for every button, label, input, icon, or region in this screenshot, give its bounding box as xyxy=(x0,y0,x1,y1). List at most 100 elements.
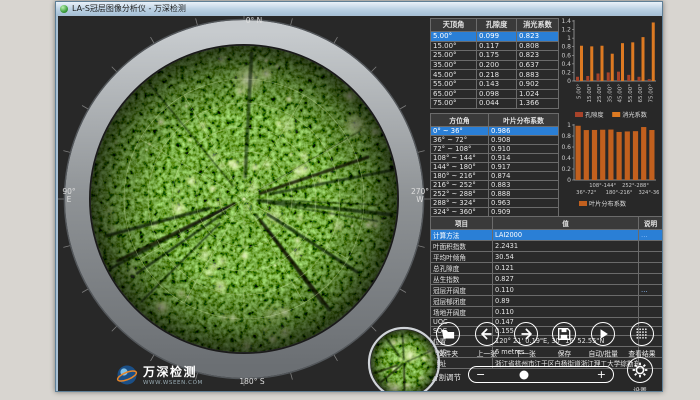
table-row[interactable]: 35.00°0.2000.637 xyxy=(431,60,559,70)
slider-minus-button[interactable]: − xyxy=(476,369,485,380)
slider-plus-button[interactable]: + xyxy=(597,369,606,380)
table-cell: … xyxy=(639,285,663,296)
table-cell: 0.902 xyxy=(517,79,559,89)
resolution-slider[interactable]: − + xyxy=(468,366,614,383)
settings-button[interactable]: 设置 xyxy=(618,357,662,391)
svg-text:5.00°: 5.00° xyxy=(577,84,583,99)
app-window: LA-S冠层图像分析仪 - 万深检测 xyxy=(55,1,663,392)
bar xyxy=(649,130,654,180)
compass-label-north: 0° N xyxy=(230,17,278,25)
table-row[interactable]: 平均叶倾角30.54 xyxy=(431,252,663,263)
zenith-table-container: 天顶角孔隙度消光系数5.00°0.0990.82315.00°0.1170.80… xyxy=(430,18,559,109)
table-cell: 总孔隙度 xyxy=(431,263,493,274)
table-row[interactable]: 45.00°0.2180.883 xyxy=(431,70,559,80)
bar xyxy=(627,75,630,81)
bar xyxy=(631,42,634,81)
svg-text:1.2: 1.2 xyxy=(561,27,571,34)
table-cell: 冠层开阔度 xyxy=(431,285,493,296)
prev-button[interactable]: 上一张 xyxy=(469,322,505,358)
table-row[interactable]: 108° ~ 144°0.914 xyxy=(431,154,559,163)
bar xyxy=(617,132,622,180)
table-cell: 2.2431 xyxy=(493,241,639,252)
table-cell: 0.917 xyxy=(489,163,559,172)
bar xyxy=(580,46,583,81)
table-cell: 15.00° xyxy=(431,41,477,51)
svg-text:0.6: 0.6 xyxy=(561,144,571,151)
auto-button[interactable]: 自动/批量 xyxy=(585,322,621,358)
table-row[interactable]: 55.00°0.1430.902 xyxy=(431,79,559,89)
table-cell: 0.823 xyxy=(517,32,559,42)
save-icon[interactable] xyxy=(552,322,576,346)
table-row[interactable]: 72° ~ 108°0.910 xyxy=(431,145,559,154)
table-row[interactable]: 丛生指数0.827 xyxy=(431,274,663,285)
results-icon[interactable] xyxy=(630,322,654,346)
column-header: 方位角 xyxy=(431,114,489,127)
slider-knob[interactable] xyxy=(519,370,528,379)
svg-text:孔隙度: 孔隙度 xyxy=(585,111,604,119)
porosity-extinction-chart: 00.20.40.60.811.21.45.00°15.00°25.00°35.… xyxy=(557,18,659,126)
bar xyxy=(597,74,600,82)
auto-icon[interactable] xyxy=(591,322,615,346)
table-row[interactable]: 冠层郁闭度0.89 xyxy=(431,296,663,307)
bar xyxy=(611,54,614,81)
table-row[interactable]: 叶面积指数2.2431 xyxy=(431,241,663,252)
table-cell: 108° ~ 144° xyxy=(431,154,489,163)
results-button[interactable]: 查看结果 xyxy=(624,322,660,358)
column-header: 说明 xyxy=(639,217,663,230)
table-row[interactable]: 15.00°0.1170.808 xyxy=(431,41,559,51)
table-cell: 0.117 xyxy=(477,41,517,51)
button-label: 自动/批量 xyxy=(585,348,621,358)
svg-text:108°-144°: 108°-144° xyxy=(589,183,616,189)
table-row[interactable]: 288° ~ 324°0.963 xyxy=(431,199,559,208)
svg-text:180°-216°: 180°-216° xyxy=(606,190,633,196)
compass-label-west: 270° W xyxy=(407,188,433,204)
column-header: 项目 xyxy=(431,217,493,230)
table-row[interactable]: 36° ~ 72°0.908 xyxy=(431,136,559,145)
table-row[interactable]: 216° ~ 252°0.883 xyxy=(431,181,559,190)
table-cell: 1.366 xyxy=(517,99,559,109)
table-cell: 180° ~ 216° xyxy=(431,172,489,181)
next-button[interactable]: 下一张 xyxy=(508,322,544,358)
table-row[interactable]: 75.00°0.0441.366 xyxy=(431,99,559,109)
prev-icon[interactable] xyxy=(475,322,499,346)
save-button[interactable]: 保存 xyxy=(546,322,582,358)
table-row[interactable]: 144° ~ 180°0.917 xyxy=(431,163,559,172)
table-row[interactable]: 252° ~ 288°0.888 xyxy=(431,190,559,199)
thumbnail-preview[interactable] xyxy=(366,325,442,391)
svg-text:1: 1 xyxy=(567,122,571,129)
window-titlebar[interactable]: LA-S冠层图像分析仪 - 万深检测 xyxy=(56,2,662,15)
bar xyxy=(642,37,645,81)
button-label: 下一张 xyxy=(508,348,544,358)
svg-text:55.00°: 55.00° xyxy=(628,84,634,103)
table-row[interactable]: 计算方法LAI2000… xyxy=(431,230,663,241)
table-cell: 0.175 xyxy=(477,51,517,61)
svg-text:324°-360°: 324°-360° xyxy=(638,190,659,196)
table-row[interactable]: 冠层开阔度0.110… xyxy=(431,285,663,296)
table-cell: 0.044 xyxy=(477,99,517,109)
table-cell: 55.00° xyxy=(431,79,477,89)
table-row[interactable]: 25.00°0.1750.823 xyxy=(431,51,559,61)
table-row[interactable]: 5.00°0.0990.823 xyxy=(431,32,559,42)
table-cell xyxy=(639,274,663,285)
table-cell: 72° ~ 108° xyxy=(431,145,489,154)
svg-text:65.00°: 65.00° xyxy=(638,84,644,103)
table-cell: 0.121 xyxy=(493,263,639,274)
table-row[interactable]: 0° ~ 36°0.986 xyxy=(431,127,559,136)
gear-icon[interactable] xyxy=(627,357,653,383)
table-row[interactable]: 180° ~ 216°0.874 xyxy=(431,172,559,181)
bar xyxy=(608,130,613,180)
bar xyxy=(576,77,579,81)
table-row[interactable]: 65.00°0.0981.024 xyxy=(431,89,559,99)
svg-text:0.4: 0.4 xyxy=(561,61,571,68)
svg-text:叶片分布系数: 叶片分布系数 xyxy=(589,200,627,208)
bar xyxy=(625,131,630,180)
compass-label-south: 180° S xyxy=(224,378,280,386)
table-cell: 0.099 xyxy=(477,32,517,42)
table-row[interactable]: 总孔隙度0.121 xyxy=(431,263,663,274)
azimuth-table: 方位角叶片分布系数0° ~ 36°0.98636° ~ 72°0.90872° … xyxy=(430,113,559,217)
svg-text:36°-72°: 36°-72° xyxy=(576,190,597,196)
next-icon[interactable] xyxy=(514,322,538,346)
table-row[interactable]: 场地开阔度0.110 xyxy=(431,307,663,318)
compass-label-east: 90° E xyxy=(58,188,80,204)
svg-text:1: 1 xyxy=(567,35,571,42)
